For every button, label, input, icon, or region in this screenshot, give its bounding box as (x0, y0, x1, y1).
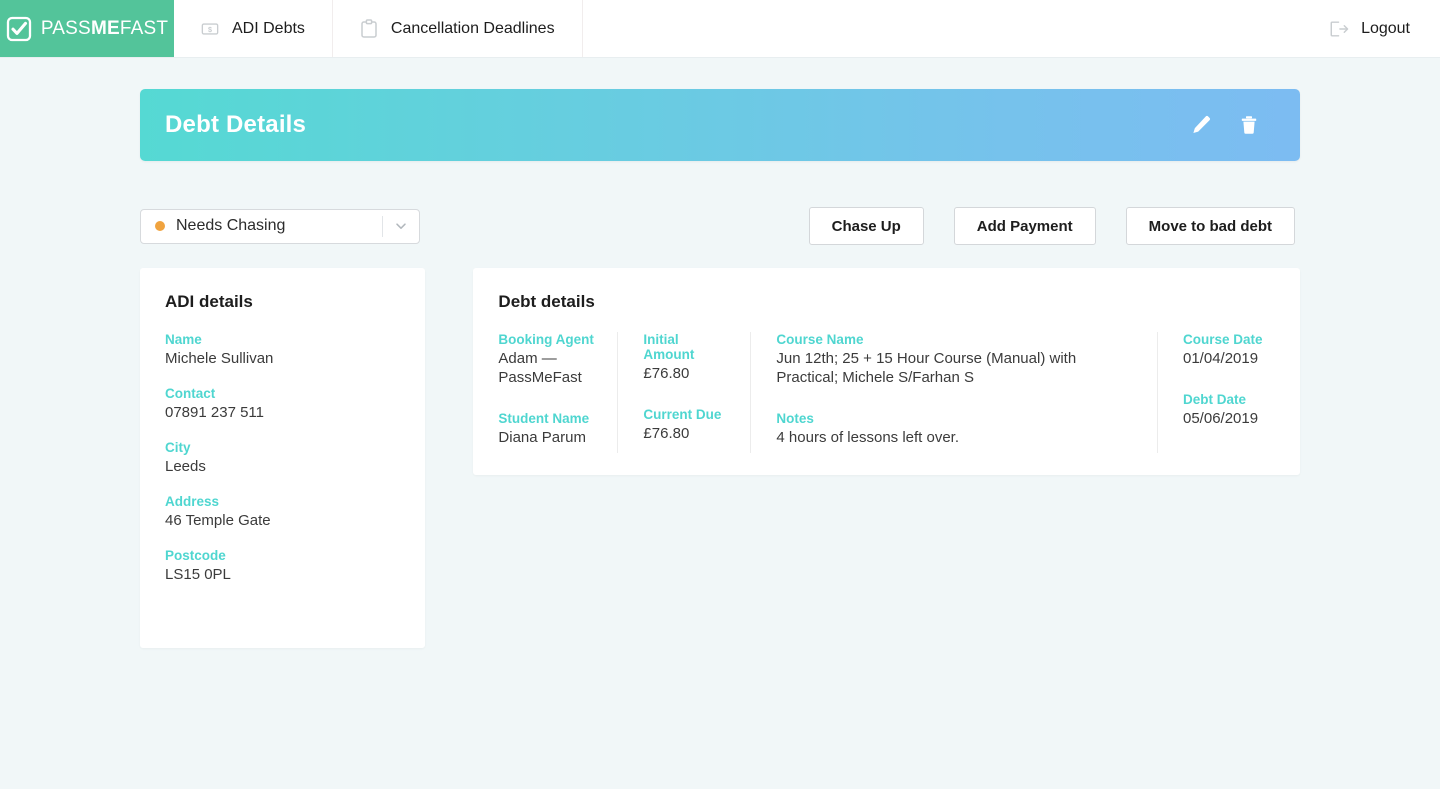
adi-details-card-title: ADI details (165, 292, 253, 311)
field-initial-amount: Initial Amount £76.80 (643, 332, 732, 383)
debt-column-course: Course Name Jun 12th; 25 + 15 Hour Cours… (750, 332, 1157, 453)
status-dot-icon (155, 221, 165, 231)
field-current-due: Current Due £76.80 (643, 407, 732, 443)
checkbox-check-icon (6, 16, 32, 42)
svg-text:$: $ (208, 25, 212, 34)
move-to-bad-debt-button[interactable]: Move to bad debt (1125, 207, 1295, 245)
field-student-name: Student Name Diana Parum (498, 411, 599, 447)
brand-text-fast: FAST (119, 17, 169, 39)
trash-icon[interactable] (1238, 114, 1260, 136)
field-debt-date-label: Debt Date (1183, 392, 1247, 407)
field-city: City Leeds (165, 440, 400, 476)
field-postcode-value: LS15 0PL (165, 566, 231, 583)
chevron-down-icon[interactable] (383, 219, 419, 233)
debt-details-columns: Booking Agent Adam — PassMeFast Student … (473, 332, 1300, 475)
page-content: Debt Details Needs Chasing Chase Up Add … (0, 89, 1440, 648)
field-course-date-label: Course Date (1183, 332, 1263, 347)
field-debt-date-value: 05/06/2019 (1183, 410, 1259, 427)
field-student-name-value: Diana Parum (498, 429, 586, 446)
field-course-name: Course Name Jun 12th; 25 + 15 Hour Cours… (776, 332, 1139, 387)
debt-details-card-title: Debt details (498, 292, 595, 311)
nav-tab-adi-debts[interactable]: $ ADI Debts (174, 0, 333, 57)
field-address-label: Address (165, 494, 220, 509)
field-current-due-label: Current Due (643, 407, 722, 422)
top-navigation: PASSMEFAST $ ADI Debts Cancellation Dead… (0, 0, 1440, 58)
debt-column-agent: Booking Agent Adam — PassMeFast Student … (473, 332, 617, 453)
field-name: Name Michele Sullivan (165, 332, 400, 368)
page-title: Debt Details (165, 111, 307, 138)
adi-details-card: ADI details Name Michele Sullivan Contac… (140, 268, 426, 648)
field-booking-agent-value: Adam — PassMeFast (498, 350, 582, 386)
banner-actions (1190, 114, 1260, 136)
status-select-value: Needs Chasing (176, 217, 286, 234)
field-contact-label: Contact (165, 386, 216, 401)
banknote-icon: $ (201, 20, 219, 38)
logout-button[interactable]: Logout (1309, 0, 1440, 57)
field-postcode: Postcode LS15 0PL (165, 548, 400, 584)
clipboard-icon (360, 18, 378, 39)
field-initial-amount-value: £76.80 (643, 365, 690, 382)
brand-logo-text: PASSMEFAST (41, 18, 168, 40)
status-select[interactable]: Needs Chasing (140, 208, 420, 244)
field-name-label: Name (165, 332, 202, 347)
controls-row: Needs Chasing Chase Up Add Payment Move … (140, 207, 1295, 245)
field-notes-label: Notes (776, 411, 814, 426)
field-name-value: Michele Sullivan (165, 350, 274, 367)
brand-text-pass: PASS (40, 17, 91, 39)
nav-tab-cancellation-deadlines-label: Cancellation Deadlines (390, 19, 555, 37)
brand-text-me: ME (90, 17, 120, 39)
field-course-name-value: Jun 12th; 25 + 15 Hour Course (Manual) w… (776, 350, 1077, 386)
debt-column-amounts: Initial Amount £76.80 Current Due £76.80 (617, 332, 750, 453)
nav-tab-cancellation-deadlines[interactable]: Cancellation Deadlines (333, 0, 583, 57)
logout-label: Logout (1361, 19, 1410, 37)
brand-logo[interactable]: PASSMEFAST (0, 0, 174, 57)
sign-out-icon (1329, 19, 1349, 39)
field-notes: Notes 4 hours of lessons left over. (776, 411, 1139, 447)
field-debt-date: Debt Date 05/06/2019 (1183, 392, 1282, 428)
pencil-icon[interactable] (1190, 114, 1212, 136)
action-buttons: Chase Up Add Payment Move to bad debt (808, 207, 1295, 245)
field-address: Address 46 Temple Gate (165, 494, 400, 530)
field-city-label: City (165, 440, 191, 455)
field-booking-agent-label: Booking Agent (498, 332, 594, 347)
field-notes-value: 4 hours of lessons left over. (776, 429, 960, 446)
field-current-due-value: £76.80 (643, 425, 690, 442)
field-initial-amount-label: Initial Amount (643, 332, 695, 362)
field-contact-value: 07891 237 511 (165, 404, 264, 421)
field-course-date-value: 01/04/2019 (1183, 350, 1259, 367)
chase-up-button[interactable]: Chase Up (808, 207, 924, 245)
field-student-name-label: Student Name (498, 411, 590, 426)
field-contact: Contact 07891 237 511 (165, 386, 400, 422)
nav-tab-adi-debts-label: ADI Debts (232, 19, 305, 37)
field-course-date: Course Date 01/04/2019 (1183, 332, 1282, 368)
cards-container: ADI details Name Michele Sullivan Contac… (140, 268, 1300, 648)
field-address-value: 46 Temple Gate (165, 512, 271, 529)
debt-details-card: Debt details Booking Agent Adam — PassMe… (473, 268, 1300, 475)
add-payment-button[interactable]: Add Payment (953, 207, 1096, 245)
debt-column-dates: Course Date 01/04/2019 Debt Date 05/06/2… (1157, 332, 1300, 453)
field-course-name-label: Course Name (776, 332, 864, 347)
field-city-value: Leeds (165, 458, 206, 475)
page-header-banner: Debt Details (140, 89, 1300, 161)
field-postcode-label: Postcode (165, 548, 226, 563)
field-booking-agent: Booking Agent Adam — PassMeFast (498, 332, 599, 387)
